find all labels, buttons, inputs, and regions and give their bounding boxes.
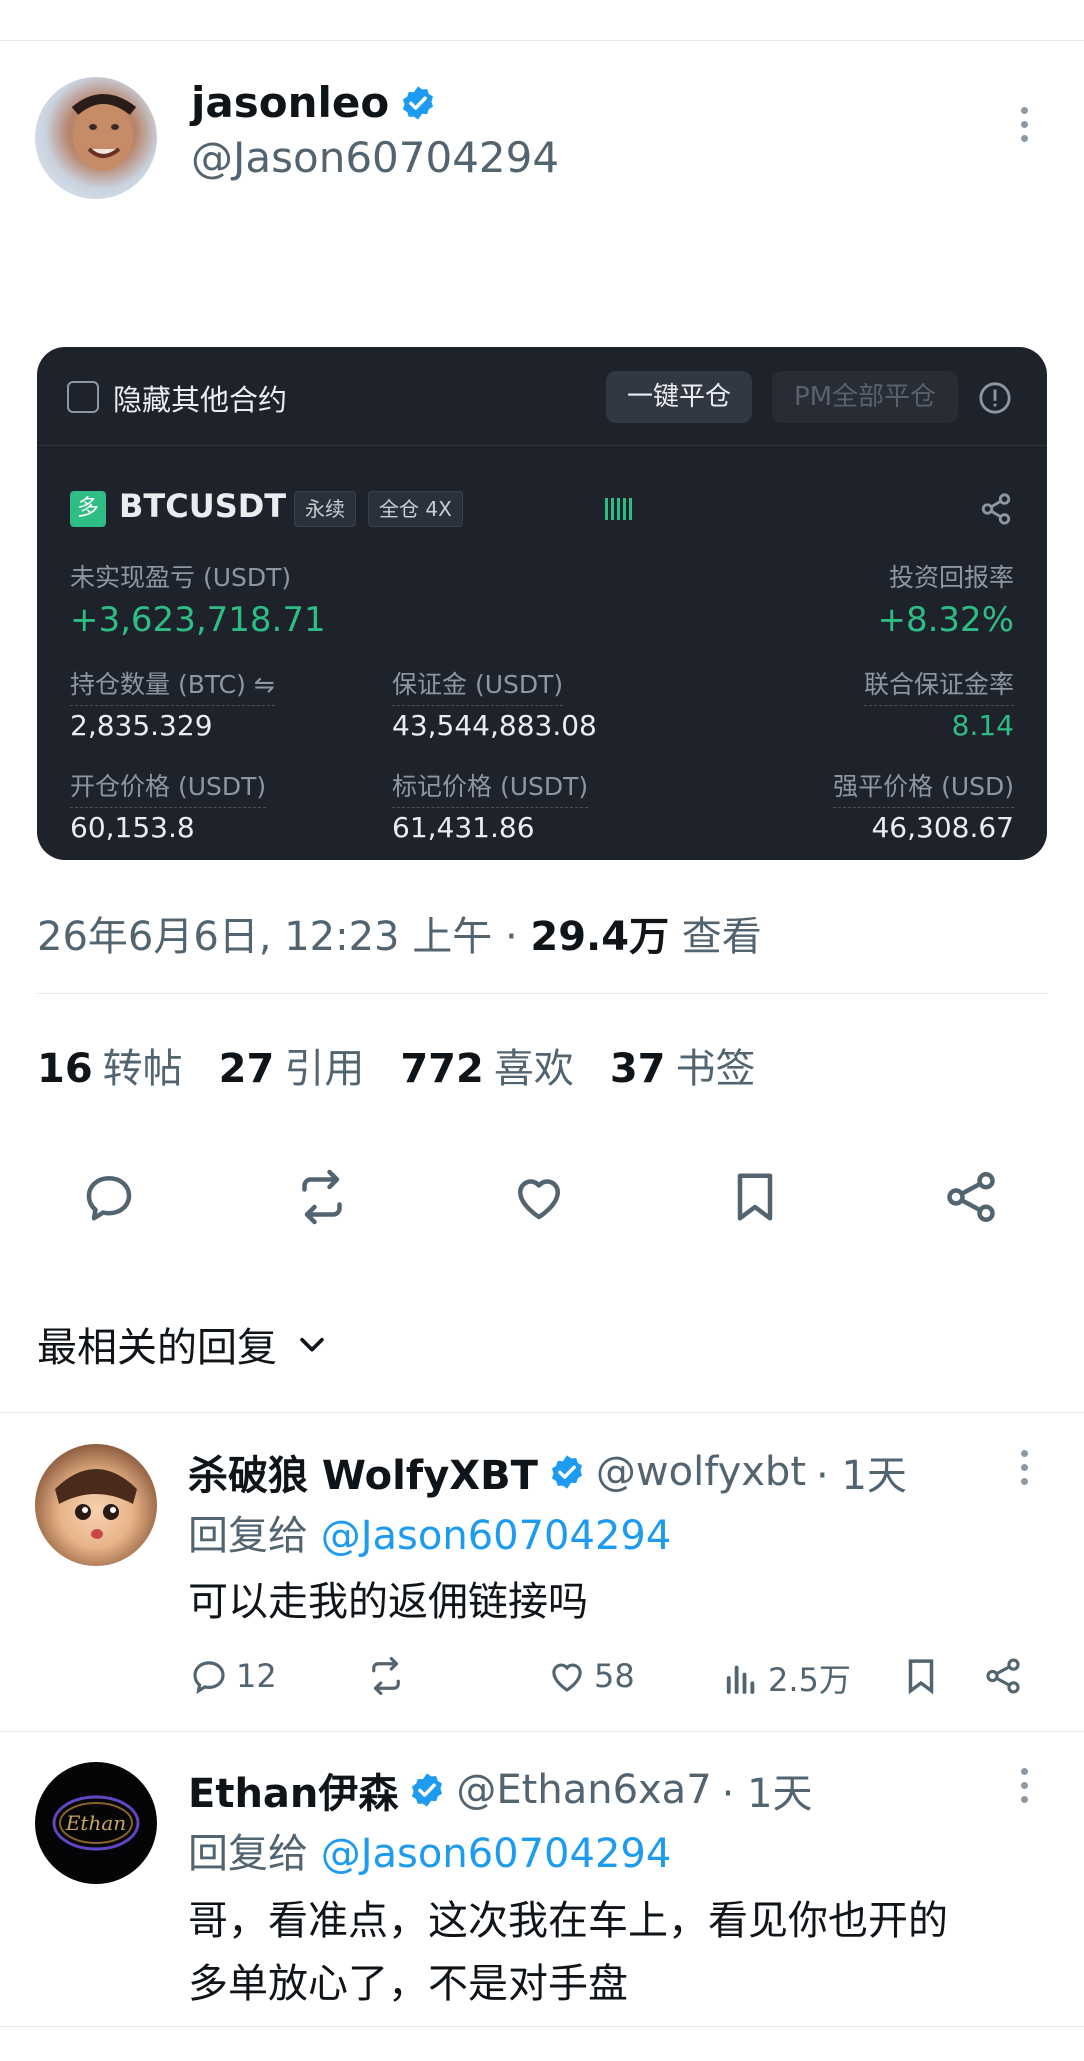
signal-bars-icon: [605, 498, 632, 520]
bottom-divider: [0, 2026, 1084, 2027]
stat-bookmarks[interactable]: 37 书签: [610, 1046, 792, 1092]
tweet-stats: 16 转帖 27 引用 772 喜欢 37 书签: [37, 1036, 792, 1094]
author-name[interactable]: jasonleo: [191, 78, 389, 127]
meta-separator: ·: [504, 914, 518, 960]
reply-1-reply-to: 回复给 @Jason60704294: [188, 1503, 671, 1561]
analytics-icon: [726, 1665, 755, 1694]
author-avatar[interactable]: [35, 77, 157, 199]
verified-badge-icon: [403, 85, 434, 120]
reply-2-text-line-2: 多单放心了，不是对手盘: [188, 1961, 628, 2007]
stat-reposts[interactable]: 16 转帖: [37, 1046, 219, 1092]
meta-divider: [37, 993, 1047, 994]
reply-1-author-name[interactable]: 杀破狼 WolfyXBT: [188, 1443, 538, 1501]
views-label: 查看: [681, 914, 762, 960]
reply-1-time[interactable]: · 1天: [816, 1443, 907, 1501]
like-icon[interactable]: [509, 1167, 569, 1227]
reply-1-text: 可以走我的返佣链接吗: [188, 1579, 588, 1625]
more-options-icon[interactable]: [1018, 107, 1030, 149]
mark-price-label: 标记价格 (USDT): [392, 767, 589, 808]
card-divider: [37, 445, 1047, 446]
size-label: 持仓数量 (BTC) ⇋: [70, 665, 275, 706]
reply-icon: [193, 1661, 225, 1695]
reply-avatar-wolfy[interactable]: [35, 1444, 157, 1566]
symbol-name[interactable]: BTCUSDT: [119, 487, 286, 525]
margin-ratio-value: 8.14: [951, 709, 1014, 742]
perpetual-tag: 永续: [294, 491, 356, 527]
top-divider: [0, 40, 1084, 41]
bookmark-icon[interactable]: [725, 1167, 785, 1227]
margin-label: 保证金 (USDT): [392, 665, 564, 706]
entry-price-value: 60,153.8: [70, 811, 195, 844]
reply-to-handle[interactable]: @Jason60704294: [321, 1831, 672, 1877]
reply-2-more-icon[interactable]: [1018, 1768, 1030, 1810]
pm-close-all-button[interactable]: PM全部平仓: [772, 371, 958, 423]
reply-to-label: 回复给: [188, 1513, 308, 1559]
share-position-icon[interactable]: [979, 492, 1013, 526]
stat-likes[interactable]: 772 喜欢: [400, 1046, 610, 1092]
tweet-meta: 26年6月6日, 12:23 上午 · 29.4万 查看: [37, 904, 762, 962]
info-icon[interactable]: [978, 381, 1012, 415]
tweet-timestamp[interactable]: 26年6月6日, 12:23 上午: [37, 914, 492, 960]
mark-price-value: 61,431.86: [392, 811, 535, 844]
reply-1-comment-count: 12: [236, 1657, 277, 1695]
reply-1-bookmark-icon[interactable]: [900, 1655, 942, 1697]
repost-icon[interactable]: [292, 1167, 352, 1227]
replies-divider: [0, 1412, 1084, 1413]
reply-2-header: Ethan伊森 @Ethan6xa7 · 1天: [188, 1761, 813, 1819]
reply-1-view-count: 2.5万: [768, 1661, 851, 1699]
reply-to-handle[interactable]: @Jason60704294: [321, 1513, 672, 1559]
verified-badge-icon: [412, 1773, 443, 1807]
cartoon-face-icon: [55, 1469, 137, 1539]
size-value: 2,835.329: [70, 709, 213, 742]
reply-1-comment-button[interactable]: 12: [188, 1655, 277, 1697]
pnl-label: 未实现盈亏 (USDT): [70, 563, 292, 592]
svg-text:Ethan: Ethan: [65, 1811, 126, 1835]
chevron-down-icon: [300, 1337, 324, 1352]
hide-others-checkbox[interactable]: [67, 381, 99, 413]
author-handle[interactable]: @Jason60704294: [191, 133, 559, 182]
avatar-face-icon: [71, 94, 137, 171]
reply-avatar-ethan[interactable]: Ethan: [35, 1762, 157, 1884]
margin-value: 43,544,883.08: [392, 709, 597, 742]
reply-1-more-icon[interactable]: [1018, 1450, 1030, 1492]
roe-label: 投资回报率: [888, 563, 1014, 592]
replies-sort-label: 最相关的回复: [37, 1325, 277, 1371]
reply-2-text-line-1: 哥，看准点，这次我在车上，看见你也开的: [188, 1898, 948, 1944]
entry-price-label: 开仓价格 (USDT): [70, 767, 267, 808]
margin-mode-tag: 全仓 4X: [368, 491, 463, 527]
close-all-button[interactable]: 一键平仓: [606, 371, 752, 423]
margin-ratio-label: 联合保证金率: [863, 665, 1014, 706]
reply-1-header: 杀破狼 WolfyXBT @wolfyxbt · 1天: [188, 1443, 907, 1501]
views-count: 29.4万: [530, 914, 670, 960]
reply-2-reply-to: 回复给 @Jason60704294: [188, 1821, 671, 1879]
reply-to-label: 回复给: [188, 1831, 308, 1877]
replies-sort-dropdown[interactable]: 最相关的回复: [37, 1315, 329, 1373]
long-side-badge: 多: [70, 491, 106, 527]
reply-icon[interactable]: [79, 1167, 139, 1227]
pnl-value: +3,623,718.71: [70, 600, 326, 640]
reply-1-like-count: 58: [594, 1657, 635, 1695]
position-card: 隐藏其他合约 一键平仓 PM全部平仓 多 BTCUSDT 永续 全仓 4X 未实…: [37, 347, 1047, 860]
reply-1-views-button[interactable]: 2.5万: [720, 1655, 851, 1701]
stat-quotes[interactable]: 27 引用: [219, 1046, 401, 1092]
reply-2-handle[interactable]: @Ethan6xa7: [456, 1767, 711, 1813]
reply-1-repost-button[interactable]: [365, 1655, 407, 1697]
liquidation-price-label: 强平价格 (USD): [833, 767, 1014, 808]
repost-icon: [372, 1656, 400, 1696]
reply-1-share-icon[interactable]: [982, 1655, 1024, 1697]
reply-divider: [0, 1731, 1084, 1732]
reply-2-time[interactable]: · 1天: [722, 1761, 813, 1819]
verified-badge-icon: [551, 1455, 582, 1489]
roe-value: +8.32%: [877, 600, 1015, 640]
liquidation-price-value: 46,308.67: [871, 811, 1014, 844]
reply-2-author-name[interactable]: Ethan伊森: [188, 1761, 398, 1819]
ethan-logo-icon: Ethan: [52, 1795, 140, 1851]
reply-1-like-button[interactable]: 58: [546, 1655, 635, 1697]
like-icon: [552, 1663, 582, 1692]
author-name-row[interactable]: jasonleo: [191, 78, 437, 127]
hide-others-label: 隐藏其他合约: [113, 383, 288, 417]
share-icon[interactable]: [941, 1167, 1001, 1227]
reply-1-handle[interactable]: @wolfyxbt: [596, 1449, 806, 1495]
